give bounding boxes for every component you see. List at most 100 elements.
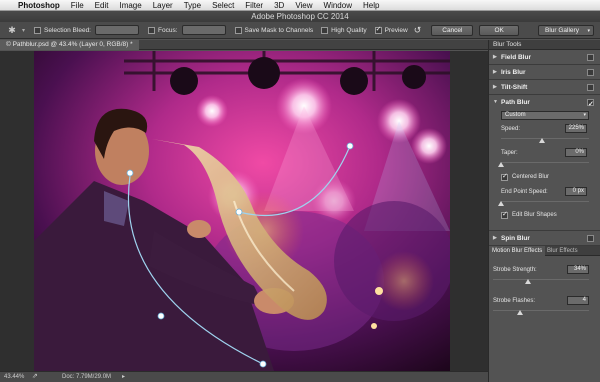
menu-view[interactable]: View (295, 1, 312, 10)
section-label: Field Blur (501, 54, 531, 61)
focus-label: Focus: (158, 26, 178, 34)
strobe-flashes-slider-track[interactable] (493, 310, 589, 311)
motion-blur-effects-content: Strobe Strength: 34% Strobe Flashes: 4 (489, 256, 600, 336)
chevron-down-icon: ▾ (583, 112, 586, 118)
save-mask-checkbox[interactable] (234, 26, 242, 34)
speed-slider-thumb[interactable] (539, 138, 545, 143)
menu-select[interactable]: Select (212, 1, 234, 10)
centered-blur-checkbox[interactable] (501, 172, 508, 181)
selection-bleed-field[interactable] (95, 25, 139, 35)
path-blur-header[interactable]: ▼ Path Blur (489, 95, 600, 112)
path-blur-checkbox[interactable] (587, 97, 594, 112)
selection-bleed-label: Selection Bleed: (44, 26, 91, 34)
tab-motion-blur-effects[interactable]: Motion Blur Effects (489, 246, 546, 256)
triangle-right-icon[interactable]: ▶ (493, 50, 497, 65)
preset-value: Custom (505, 112, 526, 118)
speed-label: Speed: (501, 126, 521, 132)
reset-icon[interactable]: ↺ (414, 25, 422, 36)
section-tilt-shift[interactable]: ▶ Tilt-Shift (489, 80, 600, 95)
strobe-strength-field[interactable]: 34% (567, 265, 589, 274)
strobe-strength-slider-thumb[interactable] (525, 279, 531, 284)
triangle-right-icon[interactable]: ▶ (493, 231, 497, 246)
end-point-speed-slider-thumb[interactable] (498, 201, 504, 206)
strobe-flashes-label: Strobe Flashes: (493, 298, 536, 304)
save-mask-label: Save Mask to Channels (244, 26, 314, 34)
strobe-strength-slider-track[interactable] (493, 279, 589, 280)
chevron-right-icon[interactable]: ▸ (122, 372, 125, 382)
focus-checkbox[interactable] (148, 26, 155, 34)
section-label: Spin Blur (501, 235, 530, 242)
preview-label: Preview (384, 26, 408, 34)
menu-edit[interactable]: Edit (95, 1, 109, 10)
triangle-right-icon[interactable]: ▶ (493, 65, 497, 80)
section-field-blur[interactable]: ▶ Field Blur (489, 50, 600, 65)
triangle-right-icon[interactable]: ▶ (493, 80, 497, 95)
end-point-speed-field[interactable]: 0 px (565, 187, 587, 196)
panel-title[interactable]: Blur Tools (489, 40, 600, 50)
window-title: Adobe Photoshop CC 2014 (0, 11, 600, 22)
menu-app-name[interactable]: Photoshop (18, 1, 60, 10)
menu-window[interactable]: Window (324, 1, 352, 10)
section-label: Tilt-Shift (501, 84, 528, 91)
menu-image[interactable]: Image (119, 1, 141, 10)
menu-filter[interactable]: Filter (245, 1, 263, 10)
speed-field[interactable]: 225% (565, 124, 587, 133)
taper-field[interactable]: 0% (565, 148, 587, 157)
strobe-flashes-slider-thumb[interactable] (517, 310, 523, 315)
saxophonist-photo[interactable] (34, 51, 450, 371)
zoom-level[interactable]: 43.44% (4, 372, 24, 382)
chevron-down-icon: ▾ (587, 27, 590, 34)
speed-slider-track[interactable] (501, 138, 589, 139)
pin-tool-icon[interactable]: ✱ (5, 24, 19, 36)
section-label: Path Blur (501, 99, 530, 106)
menu-layer[interactable]: Layer (153, 1, 173, 10)
document-tab-label: © Pathblur.psd @ 43.4% (Layer 0, RGB/8) … (6, 41, 133, 48)
taper-label: Taper: (501, 150, 518, 156)
menu-type[interactable]: Type (184, 1, 201, 10)
section-spin-blur[interactable]: ▶ Spin Blur (489, 231, 600, 246)
cancel-button[interactable]: Cancel (431, 24, 474, 36)
mac-menubar: Photoshop File Edit Image Layer Type Sel… (0, 0, 600, 11)
end-point-speed-slider-track[interactable] (501, 201, 589, 202)
document-tab[interactable]: © Pathblur.psd @ 43.4% (Layer 0, RGB/8) … (0, 40, 139, 50)
strobe-flashes-field[interactable]: 4 (567, 296, 589, 305)
section-path-blur: ▼ Path Blur Custom ▾ Speed: 225% Taper: … (489, 95, 600, 231)
canvas-area[interactable] (0, 51, 488, 371)
iris-blur-checkbox[interactable] (587, 69, 594, 76)
strobe-strength-label: Strobe Strength: (493, 267, 537, 273)
workspace-dropdown[interactable]: Blur Gallery ▾ (538, 24, 594, 36)
end-point-speed-label: End Point Speed: (501, 189, 548, 195)
section-label: Iris Blur (501, 69, 526, 76)
edit-blur-shapes-label: Edit Blur Shapes (512, 212, 557, 218)
share-icon[interactable]: ⇗ (32, 372, 38, 382)
menu-file[interactable]: File (71, 1, 84, 10)
taper-slider-thumb[interactable] (498, 162, 504, 167)
tab-blur-effects[interactable]: Blur Effects (547, 246, 578, 256)
section-iris-blur[interactable]: ▶ Iris Blur (489, 65, 600, 80)
ok-button[interactable]: OK (479, 24, 519, 36)
high-quality-checkbox[interactable] (321, 26, 329, 34)
doc-size[interactable]: Doc: 7.79M/29.0M (62, 372, 111, 382)
focus-field[interactable] (181, 25, 226, 35)
photo-illustration (34, 51, 450, 371)
blur-tools-panel: Blur Tools ▶ Field Blur ▶ Iris Blur ▶ Ti… (488, 40, 600, 382)
options-bar: ✱ ▾ Selection Bleed: Focus: Save Mask to… (0, 22, 600, 39)
workspace-label: Blur Gallery (545, 26, 579, 34)
field-blur-checkbox[interactable] (587, 54, 594, 61)
chevron-down-icon[interactable]: ▾ (22, 27, 25, 34)
tilt-shift-checkbox[interactable] (587, 84, 594, 91)
taper-slider-track[interactable] (501, 162, 589, 163)
triangle-down-icon[interactable]: ▼ (493, 95, 498, 110)
menu-help[interactable]: Help (363, 1, 379, 10)
edit-blur-shapes-checkbox[interactable] (501, 210, 508, 219)
high-quality-label: High Quality (331, 26, 367, 34)
selection-bleed-checkbox[interactable] (34, 26, 42, 34)
spin-blur-checkbox[interactable] (587, 235, 594, 242)
document-tab-bar: © Pathblur.psd @ 43.4% (Layer 0, RGB/8) … (0, 40, 488, 50)
preset-select[interactable]: Custom ▾ (501, 111, 589, 120)
menu-3d[interactable]: 3D (274, 1, 284, 10)
preview-checkbox[interactable] (374, 25, 382, 34)
status-bar: 43.44% ⇗ Doc: 7.79M/29.0M ▸ (0, 371, 488, 382)
centered-blur-label: Centered Blur (512, 174, 550, 180)
effects-tab-bar: Motion Blur Effects Blur Effects (489, 246, 600, 256)
